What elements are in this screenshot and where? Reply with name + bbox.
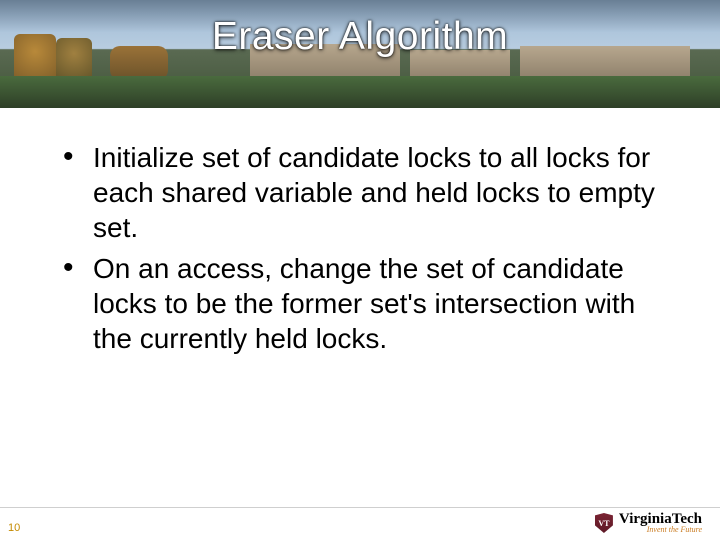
bullet-list: Initialize set of candidate locks to all… bbox=[55, 140, 665, 356]
university-logo: VT VirginiaTech Invent the Future bbox=[595, 512, 702, 534]
bullet-item: Initialize set of candidate locks to all… bbox=[55, 140, 665, 245]
header-banner: Eraser Algorithm bbox=[0, 0, 720, 108]
shield-icon: VT bbox=[595, 513, 613, 533]
footer-rule bbox=[0, 507, 720, 508]
logo-tagline: Invent the Future bbox=[619, 526, 702, 534]
decorative-lawn bbox=[0, 76, 720, 108]
content-area: Initialize set of candidate locks to all… bbox=[55, 140, 665, 362]
slide: Eraser Algorithm Initialize set of candi… bbox=[0, 0, 720, 540]
page-number: 10 bbox=[8, 522, 20, 534]
logo-text: VirginiaTech Invent the Future bbox=[619, 512, 702, 534]
shield-monogram: VT bbox=[595, 513, 613, 533]
slide-title: Eraser Algorithm bbox=[0, 15, 720, 59]
bullet-item: On an access, change the set of candidat… bbox=[55, 251, 665, 356]
